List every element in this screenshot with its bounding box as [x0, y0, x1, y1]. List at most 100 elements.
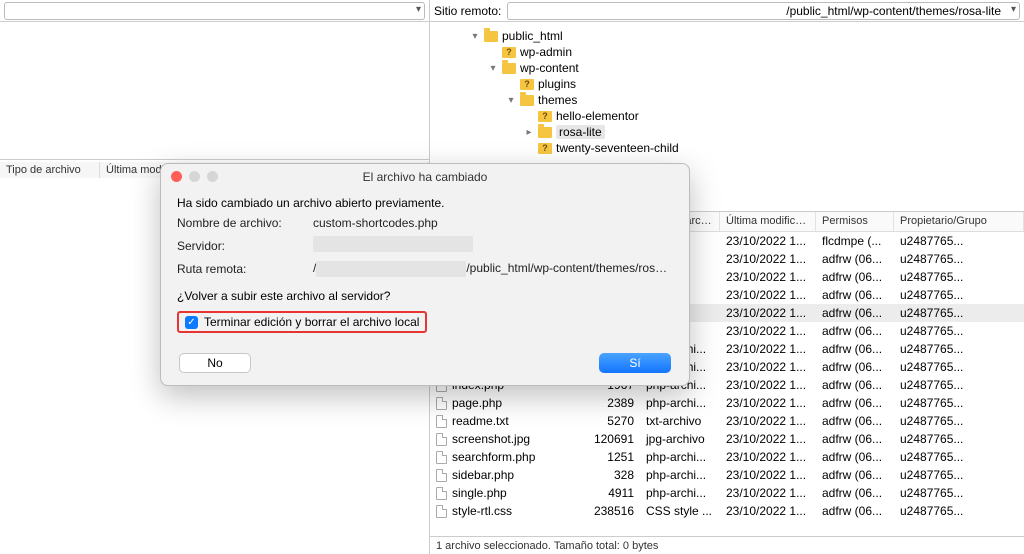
cell-owner: u2487765...	[894, 467, 1024, 483]
checkbox-checked-icon[interactable]: ✓	[185, 316, 198, 329]
cell-name: screenshot.jpg	[430, 431, 580, 447]
local-tree-panel[interactable]	[0, 22, 429, 160]
table-row[interactable]: screenshot.jpg120691jpg-archivo23/10/202…	[430, 430, 1024, 448]
table-row[interactable]: single.php4911php-archi...23/10/2022 1..…	[430, 484, 1024, 502]
address-bar-row: ▾ Sitio remoto: ▾	[0, 0, 1024, 22]
unknown-folder-icon: ?	[502, 47, 516, 58]
cell-size: 328	[580, 467, 640, 483]
remote-path-input[interactable]	[507, 2, 1020, 20]
cell-perm: adfrw (06...	[816, 503, 894, 519]
cell-size: 238516	[580, 503, 640, 519]
col-type[interactable]: Tipo de archivo	[0, 162, 100, 178]
tree-node[interactable]: ▸rosa-lite	[470, 124, 1020, 140]
col-date[interactable]: Última modificación	[720, 212, 816, 231]
file-name-label: Nombre de archivo:	[177, 216, 303, 230]
delete-local-checkbox-row[interactable]: ✓ Terminar edición y borrar el archivo l…	[177, 311, 427, 333]
cell-perm: adfrw (06...	[816, 449, 894, 465]
file-icon	[436, 451, 447, 464]
file-icon	[436, 433, 447, 446]
table-row[interactable]: style-rtl.css238516CSS style ...23/10/20…	[430, 502, 1024, 520]
cell-date: 23/10/2022 1...	[720, 323, 816, 339]
tree-node-label: hello-elementor	[556, 109, 639, 123]
cell-name: sidebar.php	[430, 467, 580, 483]
col-owner[interactable]: Propietario/Grupo	[894, 212, 1024, 231]
close-icon[interactable]	[171, 171, 182, 182]
folder-icon	[484, 31, 498, 42]
upload-question: ¿Volver a subir este archivo al servidor…	[177, 289, 673, 303]
cell-perm: adfrw (06...	[816, 341, 894, 357]
cell-perm: adfrw (06...	[816, 431, 894, 447]
cell-perm: adfrw (06...	[816, 305, 894, 321]
cell-date: 23/10/2022 1...	[720, 449, 816, 465]
tree-node[interactable]: ▾ public_html	[470, 28, 1020, 44]
cell-date: 23/10/2022 1...	[720, 395, 816, 411]
file-name: single.php	[452, 486, 507, 500]
cell-type: jpg-archivo	[640, 431, 720, 447]
tree-node[interactable]: ?wp-admin	[470, 44, 1020, 60]
file-name: style-rtl.css	[452, 504, 512, 518]
cell-date: 23/10/2022 1...	[720, 251, 816, 267]
unknown-folder-icon: ?	[520, 79, 534, 90]
cell-date: 23/10/2022 1...	[720, 431, 816, 447]
cell-size: 120691	[580, 431, 640, 447]
cell-owner: u2487765...	[894, 305, 1024, 321]
file-changed-dialog: El archivo ha cambiado Ha sido cambiado …	[160, 163, 690, 386]
tree-node[interactable]: ?twenty-seventeen-child	[470, 140, 1020, 156]
cell-owner: u2487765...	[894, 413, 1024, 429]
cell-name: single.php	[430, 485, 580, 501]
cell-perm: adfrw (06...	[816, 467, 894, 483]
file-name: page.php	[452, 396, 502, 410]
file-icon	[436, 397, 447, 410]
yes-button[interactable]: Sí	[599, 353, 671, 373]
remote-path-value: //public_html/wp-content/themes/rosa-lit…	[313, 261, 673, 277]
chevron-down-icon[interactable]: ▾	[506, 95, 516, 106]
cell-perm: adfrw (06...	[816, 485, 894, 501]
cell-type: php-archi...	[640, 449, 720, 465]
file-icon	[436, 469, 447, 482]
cell-type: txt-archivo	[640, 413, 720, 429]
table-row[interactable]: searchform.php 1251php-archi...23/10/2022…	[430, 448, 1024, 466]
no-button[interactable]: No	[179, 353, 251, 373]
cell-owner: u2487765...	[894, 377, 1024, 393]
file-icon	[436, 505, 447, 518]
cell-size: 2389	[580, 395, 640, 411]
remote-address-bar: Sitio remoto: ▾	[430, 0, 1024, 21]
col-perm[interactable]: Permisos	[816, 212, 894, 231]
cell-size: 1251	[580, 449, 640, 465]
cell-date: 23/10/2022 1...	[720, 287, 816, 303]
chevron-down-icon[interactable]: ▾	[470, 31, 480, 42]
cell-owner: u2487765...	[894, 431, 1024, 447]
unknown-folder-icon: ?	[538, 111, 552, 122]
tree-node[interactable]: ?plugins	[470, 76, 1020, 92]
tree-node-label: public_html	[502, 29, 563, 43]
cell-date: 23/10/2022 1...	[720, 341, 816, 357]
tree-node[interactable]: ▾wp-content	[470, 60, 1020, 76]
cell-name: page.php	[430, 395, 580, 411]
cell-date: 23/10/2022 1...	[720, 359, 816, 375]
cell-perm: adfrw (06...	[816, 287, 894, 303]
cell-owner: u2487765...	[894, 323, 1024, 339]
dialog-titlebar: El archivo ha cambiado	[161, 164, 689, 190]
table-row[interactable]: sidebar.php328php-archi...23/10/2022 1..…	[430, 466, 1024, 484]
cell-perm: adfrw (06...	[816, 323, 894, 339]
tree-node-label: themes	[538, 93, 577, 107]
dialog-title: El archivo ha cambiado	[363, 170, 488, 184]
tree-node[interactable]: ? hello-elementor	[470, 108, 1020, 124]
cell-owner: u2487765...	[894, 503, 1024, 519]
chevron-right-icon[interactable]: ▸	[524, 127, 534, 138]
cell-date: 23/10/2022 1...	[720, 269, 816, 285]
file-name: readme.txt	[452, 414, 509, 428]
chevron-down-icon[interactable]: ▾	[488, 63, 498, 74]
tree-node[interactable]: ▾ themes	[470, 92, 1020, 108]
table-row[interactable]: readme.txt5270txt-archivo23/10/2022 1...…	[430, 412, 1024, 430]
tree-node-label: twenty-seventeen-child	[556, 141, 679, 155]
cell-name: style-rtl.css	[430, 503, 580, 519]
file-name: searchform.php	[452, 450, 535, 464]
cell-perm: adfrw (06...	[816, 251, 894, 267]
cell-owner: u2487765...	[894, 449, 1024, 465]
table-row[interactable]: page.php2389php-archi...23/10/2022 1...a…	[430, 394, 1024, 412]
cell-owner: u2487765...	[894, 233, 1024, 249]
remote-path-suffix: /public_html/wp-content/themes/rosa-lite	[466, 261, 673, 275]
local-path-input[interactable]	[4, 2, 425, 20]
cell-date: 23/10/2022 1...	[720, 233, 816, 249]
